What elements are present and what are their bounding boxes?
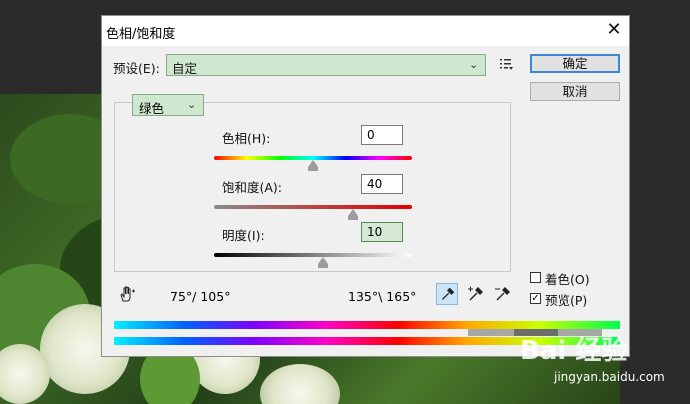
- hue-slider-thumb-base: [308, 167, 318, 171]
- channel-dropdown[interactable]: 绿色 ⌄: [132, 94, 204, 116]
- saturation-slider[interactable]: [214, 205, 412, 209]
- lightness-input[interactable]: 10: [361, 222, 403, 242]
- colorize-label[interactable]: 着色(O): [545, 269, 590, 288]
- range-right-text: 135°\ 165°: [348, 289, 417, 304]
- cancel-button[interactable]: 取消: [530, 82, 620, 101]
- lightness-slider-thumb[interactable]: [318, 257, 328, 264]
- background-right: [620, 94, 690, 404]
- close-icon[interactable]: ✕: [602, 18, 626, 42]
- hue-saturation-dialog: 色相/饱和度 ✕ 预设(E): 自定 ⌄ 确定 取消 绿色 ⌄ 色相(H): 0…: [101, 15, 630, 357]
- preset-label: 预设(E):: [113, 61, 160, 76]
- watermark-url: jingyan.baidu.com: [554, 370, 665, 384]
- title-bar[interactable]: 色相/饱和度 ✕: [102, 16, 629, 46]
- chevron-down-icon: ⌄: [187, 98, 197, 111]
- eyedropper-minus-icon[interactable]: [491, 283, 513, 305]
- range-left-text: 75°/ 105°: [170, 289, 231, 304]
- saturation-label: 饱和度(A):: [222, 180, 283, 195]
- colorize-checkbox[interactable]: [530, 272, 541, 283]
- chevron-down-icon: ⌄: [469, 58, 479, 71]
- lightness-label: 明度(I):: [222, 228, 265, 243]
- eyedropper-icon[interactable]: [436, 283, 458, 305]
- saturation-slider-thumb-base: [348, 216, 358, 220]
- saturation-input[interactable]: 40: [361, 174, 403, 194]
- lightness-slider-thumb-base: [318, 264, 328, 268]
- lightness-slider[interactable]: [214, 253, 412, 257]
- eyedropper-plus-icon[interactable]: [464, 283, 486, 305]
- preview-label[interactable]: 预览(P): [545, 290, 587, 309]
- hue-input[interactable]: 0: [361, 125, 403, 145]
- ok-button[interactable]: 确定: [530, 54, 620, 73]
- preset-value: 自定: [172, 61, 198, 76]
- dialog-title: 色相/饱和度: [106, 27, 176, 42]
- input-color-bar: [114, 321, 620, 329]
- preset-dropdown[interactable]: 自定 ⌄: [166, 54, 486, 76]
- channel-value: 绿色: [139, 101, 165, 116]
- preview-checkbox[interactable]: ✓: [530, 293, 541, 304]
- saturation-slider-thumb[interactable]: [348, 209, 358, 216]
- hand-icon[interactable]: [117, 284, 137, 304]
- hue-label: 色相(H):: [222, 131, 271, 146]
- preset-menu-icon[interactable]: [498, 56, 514, 72]
- hue-slider-thumb[interactable]: [308, 160, 318, 167]
- adjustment-group: [114, 102, 511, 272]
- baidu-jingyan-watermark: Bai 经验: [520, 336, 628, 366]
